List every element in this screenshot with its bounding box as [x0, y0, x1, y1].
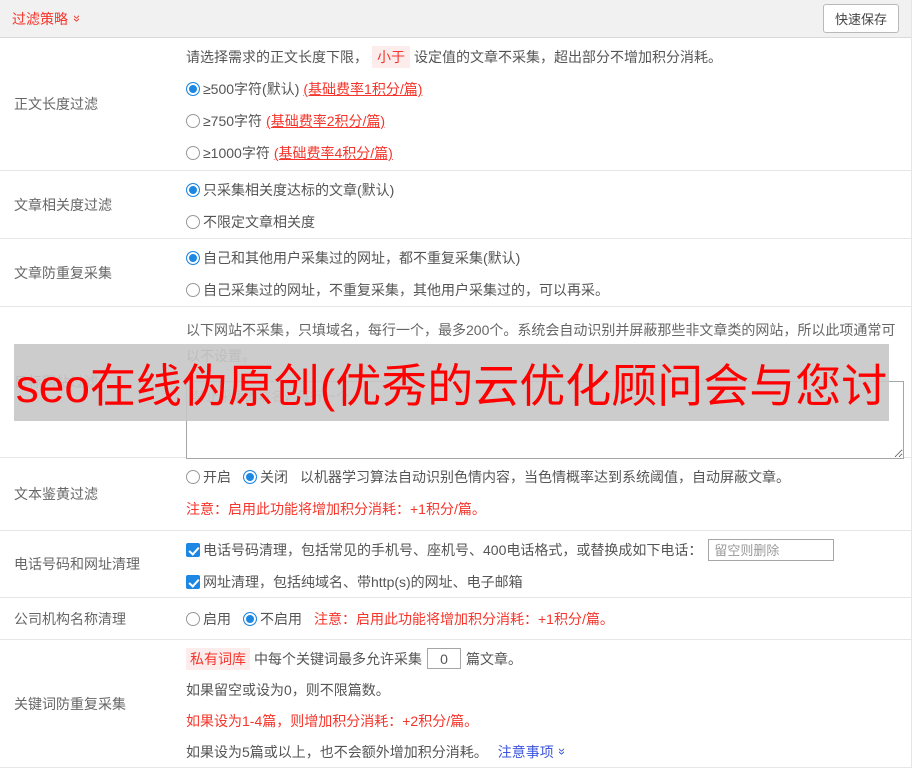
row-label: 文章相关度过滤 [14, 196, 112, 213]
keyword-note-five: 如果设为5篇或以上，也不会额外增加积分消耗。 [186, 743, 488, 760]
row-company-clean: 公司机构名称清理 启用 不启用 注意：启用此功能将增加积分消耗：+1积分/篇。 [0, 598, 911, 640]
row-label: 文章防重复采集 [14, 264, 112, 281]
porn-option-off[interactable]: 关闭 [243, 467, 288, 487]
filter-strategy-page: 过滤策略 « 快速保存 正文长度过滤 请选择需求的正文长度下限， 小于 设定值的… [0, 0, 912, 768]
row-article-length: 正文长度过滤 请选择需求的正文长度下限， 小于 设定值的文章不采集，超出部分不增… [0, 38, 911, 171]
radio-checked-icon[interactable] [186, 82, 200, 96]
row-content: 启用 不启用 注意：启用此功能将增加积分消耗：+1积分/篇。 [186, 598, 911, 639]
keyword-cost-note: 如果设为1-4篇，则增加积分消耗：+2积分/篇。 [186, 712, 479, 729]
row-label: 文本鉴黄过滤 [14, 486, 98, 502]
checkbox-checked-icon[interactable] [186, 575, 200, 589]
section-title-toggle[interactable]: 过滤策略 « [12, 9, 84, 29]
radio-icon[interactable] [186, 114, 200, 128]
length-desc: 请选择需求的正文长度下限， 小于 设定值的文章不采集，超出部分不增加积分消耗。 [186, 41, 904, 73]
porn-cost-note: 注意：启用此功能将增加积分消耗：+1积分/篇。 [186, 501, 486, 517]
fee-note: (基础费率4积分/篇) [273, 145, 393, 161]
radio-checked-icon[interactable] [243, 612, 257, 626]
row-content: 开启 关闭 以机器学习算法自动识别色情内容，当色情概率达到系统阈值，自动屏蔽文章… [186, 458, 911, 530]
dedup-option-global[interactable]: 自己和其他用户采集过的网址，都不重复采集(默认) [186, 242, 904, 274]
radio-checked-icon[interactable] [243, 470, 257, 484]
company-cost-note: 注意：启用此功能将增加积分消耗：+1积分/篇。 [314, 611, 614, 627]
double-chevron-down-icon: « [552, 747, 568, 756]
row-label: 电话号码和网址清理 [14, 556, 140, 572]
less-than-highlight: 小于 [372, 46, 410, 68]
row-label: 关键词防重复采集 [14, 695, 126, 712]
porn-desc: 以机器学习算法自动识别色情内容，当色情概率达到系统阈值，自动屏蔽文章。 [300, 469, 790, 485]
url-clean-label: 网址清理，包括纯域名、带http(s)的网址、电子邮箱 [203, 574, 523, 590]
ad-overlay-text: seo在线伪原创(优秀的云优化顾问会与您讨 [15, 359, 888, 412]
double-chevron-down-icon: « [68, 14, 84, 23]
replacement-phone-input[interactable] [708, 539, 835, 561]
row-content: 只采集相关度达标的文章(默认) 不限定文章相关度 [186, 171, 911, 238]
dedup-option-self[interactable]: 自己采集过的网址，不重复采集，其他用户采集过的，可以再采。 [186, 274, 904, 306]
radio-icon[interactable] [186, 470, 200, 484]
row-content: 电话号码清理，包括常见的手机号、座机号、400电话格式，或替换成如下电话： 网址… [186, 531, 911, 597]
length-option-500[interactable]: ≥500字符(默认) (基础费率1积分/篇) [186, 73, 904, 105]
row-keyword-dedup: 关键词防重复采集 私有词库 中每个关键词最多允许采集 篇文章。 如果留空或设为0… [0, 640, 911, 768]
notice-link[interactable]: 注意事项 « [498, 742, 568, 762]
relevance-option-any[interactable]: 不限定文章相关度 [186, 206, 904, 238]
company-option-off[interactable]: 不启用 [243, 609, 302, 629]
keyword-note-zero: 如果留空或设为0，则不限篇数。 [186, 681, 390, 698]
radio-icon[interactable] [186, 215, 200, 229]
row-content: 请选择需求的正文长度下限， 小于 设定值的文章不采集，超出部分不增加积分消耗。 … [186, 38, 911, 170]
row-label: 正文长度过滤 [14, 96, 98, 112]
company-option-on[interactable]: 启用 [186, 609, 231, 629]
length-option-1000[interactable]: ≥1000字符 (基础费率4积分/篇) [186, 137, 904, 169]
relevance-option-strict[interactable]: 只采集相关度达标的文章(默认) [186, 174, 904, 206]
row-phone-url-clean: 电话号码和网址清理 电话号码清理，包括常见的手机号、座机号、400电话格式，或替… [0, 531, 911, 598]
length-option-750[interactable]: ≥750字符 (基础费率2积分/篇) [186, 105, 904, 137]
row-content: 私有词库 中每个关键词最多允许采集 篇文章。 如果留空或设为0，则不限篇数。 如… [186, 640, 911, 767]
keyword-count-input[interactable] [427, 648, 461, 669]
fee-note: (基础费率1积分/篇) [303, 81, 423, 97]
private-lexicon-link[interactable]: 私有词库 [186, 647, 250, 670]
radio-icon[interactable] [186, 283, 200, 297]
row-content: 自己和其他用户采集过的网址，都不重复采集(默认) 自己采集过的网址，不重复采集，… [186, 239, 911, 306]
row-porn-filter: 文本鉴黄过滤 开启 关闭 以机器学习算法自动识别色情内容，当色情概率达到系统阈值… [0, 458, 911, 531]
fee-note: (基础费率2积分/篇) [266, 113, 386, 129]
porn-option-on[interactable]: 开启 [186, 467, 231, 487]
radio-icon[interactable] [186, 146, 200, 160]
phone-clean-label: 电话号码清理，包括常见的手机号、座机号、400电话格式，或替换成如下电话： [203, 542, 703, 558]
quick-save-button[interactable]: 快速保存 [822, 4, 899, 33]
ad-overlay-banner: seo在线伪原创(优秀的云优化顾问会与您讨 [14, 344, 889, 421]
radio-checked-icon[interactable] [186, 251, 200, 265]
radio-icon[interactable] [186, 612, 200, 626]
header-bar: 过滤策略 « 快速保存 [0, 0, 911, 38]
checkbox-checked-icon[interactable] [186, 543, 200, 557]
row-dedup: 文章防重复采集 自己和其他用户采集过的网址，都不重复采集(默认) 自己采集过的网… [0, 239, 911, 307]
radio-checked-icon[interactable] [186, 183, 200, 197]
row-label: 公司机构名称清理 [14, 610, 126, 627]
row-relevance: 文章相关度过滤 只采集相关度达标的文章(默认) 不限定文章相关度 [0, 171, 911, 239]
page-title: 过滤策略 [12, 10, 68, 27]
